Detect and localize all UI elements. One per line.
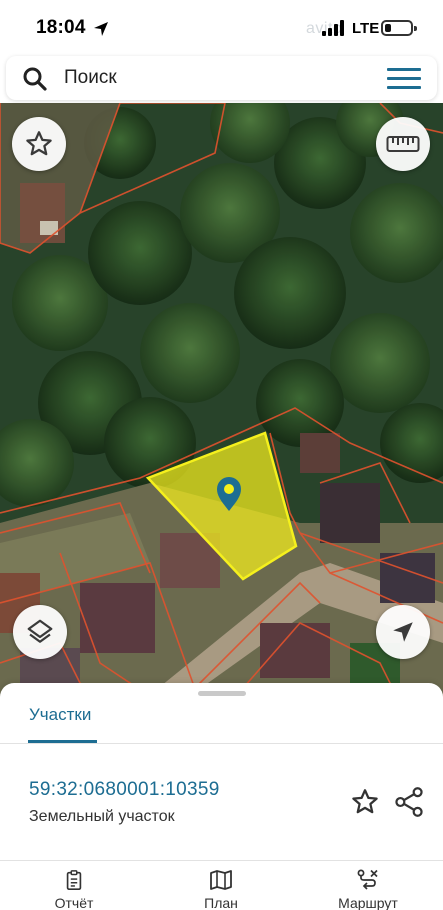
cadastral-number[interactable]: 59:32:0680001:10359	[29, 779, 220, 801]
divider	[0, 743, 443, 744]
search-input[interactable]	[64, 66, 364, 90]
report-icon	[66, 870, 82, 890]
navigation-arrow-icon	[393, 622, 413, 642]
hamburger-menu-icon[interactable]	[387, 68, 421, 90]
layers-button[interactable]	[13, 605, 67, 659]
nav-plan[interactable]: План	[176, 869, 266, 910]
status-bar: 18:04 avito LTE	[0, 0, 443, 56]
ruler-icon	[386, 136, 420, 152]
nav-route[interactable]: Маршрут	[323, 869, 413, 910]
share-icon[interactable]	[394, 786, 424, 818]
route-icon	[357, 869, 378, 890]
satellite-map[interactable]	[0, 103, 443, 703]
tab-parcels[interactable]: Участки	[29, 705, 91, 725]
bottom-navigation: Отчёт План Маршрут	[0, 861, 443, 910]
parcel-info-sheet: Участки 59:32:0680001:10359 Земельный уч…	[0, 683, 443, 910]
location-arrow-icon	[94, 22, 108, 36]
parcel-type: Земельный участок	[29, 808, 175, 825]
my-location-button[interactable]	[376, 605, 430, 659]
favorite-button[interactable]	[12, 117, 66, 171]
battery-icon	[381, 20, 417, 36]
nav-route-label: Маршрут	[338, 895, 398, 910]
nav-plan-label: План	[204, 895, 238, 910]
ruler-button[interactable]	[376, 117, 430, 171]
sheet-grabber[interactable]	[198, 691, 246, 696]
map-view[interactable]	[0, 103, 443, 703]
nav-report-label: Отчёт	[54, 895, 94, 910]
cellular-signal-icon	[322, 20, 344, 36]
search-bar	[6, 56, 437, 100]
network-type: LTE	[352, 20, 380, 37]
search-icon[interactable]	[22, 66, 48, 92]
star-icon	[26, 131, 52, 156]
status-time: 18:04	[36, 17, 86, 38]
map-plan-icon	[210, 870, 232, 890]
nav-report[interactable]: Отчёт	[29, 869, 119, 910]
layers-icon	[27, 619, 53, 643]
star-icon[interactable]	[350, 787, 380, 817]
